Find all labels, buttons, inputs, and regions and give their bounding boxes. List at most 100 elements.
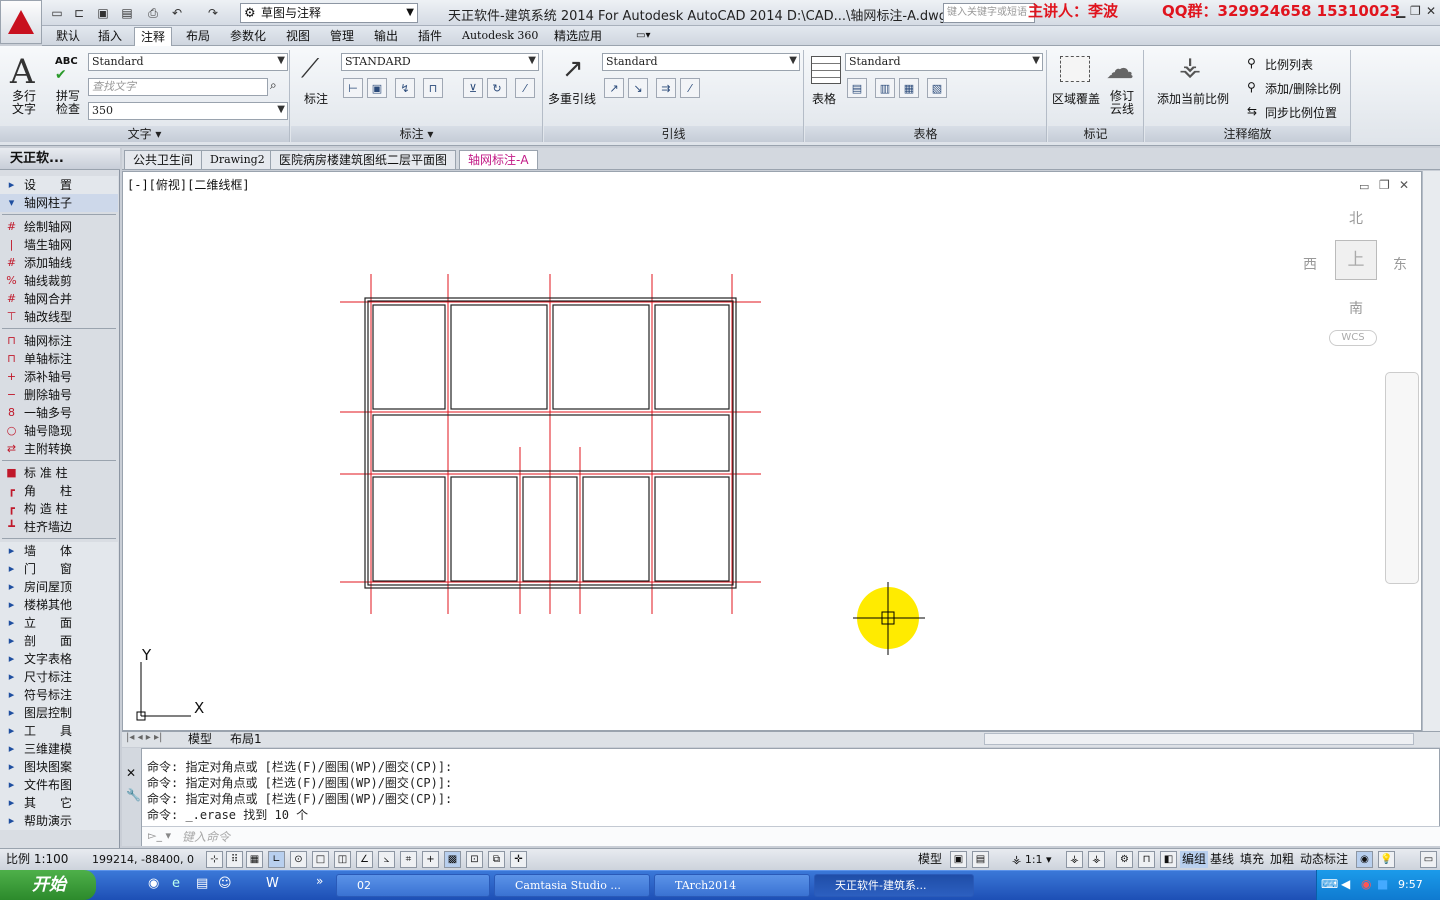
quick-launch-explorer-icon[interactable]: ▤: [196, 876, 208, 891]
bold-toggle-button[interactable]: 加粗: [1270, 851, 1294, 868]
tab-layout[interactable]: 布局: [180, 27, 216, 46]
extract-data-icon[interactable]: ▤: [847, 78, 867, 98]
text-style-select[interactable]: Standard ▼: [88, 53, 288, 71]
tab-featured-apps[interactable]: 精选应用: [548, 27, 608, 46]
fill-toggle-button[interactable]: 填充: [1240, 851, 1264, 868]
viewcube-north[interactable]: 北: [1349, 208, 1363, 228]
palette-item[interactable]: ▸ 三维建模: [0, 740, 118, 758]
group-toggle-button[interactable]: 编组: [1180, 851, 1209, 868]
task-tangent-autocad[interactable]: 天正软件-建筑系...: [814, 874, 974, 897]
palette-item[interactable]: − 删除轴号: [0, 386, 118, 404]
palette-item[interactable]: ┏ 角 柱: [0, 482, 118, 500]
palette-item[interactable]: ⇄ 主附转换: [0, 440, 118, 458]
dynamic-input-button[interactable]: ⌗: [400, 851, 417, 868]
save-icon[interactable]: ▣: [94, 4, 112, 22]
dynamic-ucs-button[interactable]: ⦣: [378, 851, 395, 868]
dim-style-select[interactable]: STANDARD ▼: [341, 53, 539, 71]
doc-tab-restroom[interactable]: 公共卫生间: [124, 150, 203, 170]
tab-layout1[interactable]: 布局1: [230, 732, 262, 746]
table-button[interactable]: 表格: [812, 90, 836, 107]
quick-launch-ie-icon[interactable]: e: [172, 876, 180, 891]
layout-nav-arrows[interactable]: |◂ ◂ ▸ ▸|: [126, 732, 162, 743]
doc-tab-hospital-plan[interactable]: 医院病房楼建筑图纸二层平面图: [270, 150, 457, 170]
lineweight-button[interactable]: +: [422, 851, 439, 868]
palette-item[interactable]: ▸ 文字表格: [0, 650, 118, 668]
tab-view[interactable]: 视图: [280, 27, 316, 46]
workspace-select[interactable]: ⚙ 草图与注释 ▼: [240, 3, 418, 23]
transparency-button[interactable]: ▩: [444, 851, 461, 868]
back-icon[interactable]: ◀: [1341, 877, 1350, 891]
text-panel-title[interactable]: 文字 ▾: [0, 126, 289, 142]
dimension-button[interactable]: 标注: [304, 90, 328, 107]
palette-item[interactable]: 8 一轴多号: [0, 404, 118, 422]
drawing-canvas[interactable]: [-][俯视][二维线框] ▭ ❐ ✕ Y X 北 西 东 南 上 WCS: [122, 171, 1422, 731]
restore-icon[interactable]: ❐: [1410, 4, 1421, 18]
spell-check-button[interactable]: 拼写 检查: [56, 90, 80, 116]
baseline-toggle-button[interactable]: 基线: [1210, 851, 1234, 868]
palette-item[interactable]: % 轴线裁剪: [0, 272, 118, 290]
navigation-bar[interactable]: [1385, 372, 1419, 584]
object-snap-button[interactable]: □: [312, 851, 329, 868]
dim-linear-icon[interactable]: ⊢: [343, 78, 363, 98]
palette-item[interactable]: ▸ 图层控制: [0, 704, 118, 722]
palette-item[interactable]: ○ 轴号隐现: [0, 422, 118, 440]
palette-item[interactable]: # 添加轴线: [0, 254, 118, 272]
palette-item[interactable]: ┻ 柱齐墙边: [0, 518, 118, 536]
redo-icon[interactable]: ↷: [204, 4, 222, 22]
task-camtasia[interactable]: Camtasia Studio ...: [494, 874, 650, 897]
revision-cloud-button[interactable]: 修订 云线: [1110, 90, 1134, 116]
annotation-scale[interactable]: ⚶ 1:1 ▾: [1012, 851, 1052, 868]
task-folder-02[interactable]: 02: [336, 874, 490, 897]
toolbar-lock-icon[interactable]: ⊓: [1138, 851, 1155, 868]
palette-item[interactable]: # 轴网合并: [0, 290, 118, 308]
dim-space-icon[interactable]: ⊻: [463, 78, 483, 98]
annotation-monitor-button[interactable]: ✛: [510, 851, 527, 868]
object-snap-tracking-button[interactable]: ∠: [356, 851, 373, 868]
quick-launch-word-icon[interactable]: W: [266, 876, 279, 891]
download-table-icon[interactable]: ▦: [899, 78, 919, 98]
viewcube-east[interactable]: 东: [1393, 254, 1407, 274]
isolate-objects-icon[interactable]: ◉: [1356, 851, 1373, 868]
tab-parametric[interactable]: 参数化: [224, 27, 272, 46]
add-current-scale-button[interactable]: 添加当前比例: [1157, 90, 1229, 107]
3d-object-snap-button[interactable]: ◫: [334, 851, 351, 868]
dimension-panel-title[interactable]: 标注 ▾: [291, 126, 542, 142]
link-data-icon[interactable]: ▥: [875, 78, 895, 98]
wipeout-button[interactable]: 区域覆盖: [1052, 90, 1100, 107]
palette-item[interactable]: | 墙生轴网: [0, 236, 118, 254]
palette-item[interactable]: ▸ 立 面: [0, 614, 118, 632]
scale-display[interactable]: 比例 1:100: [6, 851, 68, 868]
palette-item[interactable]: ▸ 楼梯其他: [0, 596, 118, 614]
table-panel-title[interactable]: 表格: [805, 126, 1046, 142]
help-search-input[interactable]: 键入关键字或短语: [943, 3, 1035, 23]
sync-scale-button[interactable]: 同步比例位置: [1265, 104, 1337, 121]
upload-table-icon[interactable]: ▧: [927, 78, 947, 98]
horizontal-scrollbar[interactable]: [984, 733, 1414, 745]
tray-app-icon[interactable]: ◉: [1361, 877, 1371, 891]
find-text-input[interactable]: 查找文字: [88, 78, 268, 96]
keyboard-icon[interactable]: ⌨: [1321, 877, 1338, 891]
add-leader-icon[interactable]: ↗: [604, 78, 624, 98]
close-icon[interactable]: ✕: [1426, 4, 1436, 18]
dim-continue-icon[interactable]: ⊓: [423, 78, 443, 98]
markup-panel-title[interactable]: 标记: [1048, 126, 1143, 142]
tab-annotate[interactable]: 注释: [134, 27, 173, 46]
palette-item[interactable]: ▸ 设 置: [0, 176, 118, 194]
tab-manage[interactable]: 管理: [324, 27, 360, 46]
palette-item[interactable]: ▸ 符号标注: [0, 686, 118, 704]
grid-display-button[interactable]: ▦: [246, 851, 263, 868]
palette-item[interactable]: ┏ 构 造 柱: [0, 500, 118, 518]
tab-insert[interactable]: 插入: [92, 27, 128, 46]
palette-item[interactable]: ▸ 帮助演示: [0, 812, 118, 830]
command-input[interactable]: ▻_ ▾ 键入命令: [142, 826, 1440, 846]
doc-tab-drawing2[interactable]: Drawing2: [201, 150, 274, 170]
viewcube-west[interactable]: 西: [1303, 254, 1317, 274]
tab-output[interactable]: 输出: [368, 27, 404, 46]
quick-view-drawings-icon[interactable]: ▤: [972, 851, 989, 868]
palette-item[interactable]: # 绘制轴网: [0, 218, 118, 236]
start-button[interactable]: 开始: [0, 870, 96, 900]
tab-default[interactable]: 默认: [50, 27, 86, 46]
infer-constraints-button[interactable]: ⊹: [206, 851, 223, 868]
new-file-icon[interactable]: ▭: [48, 4, 66, 22]
palette-item[interactable]: ▸ 墙 体: [0, 542, 118, 560]
